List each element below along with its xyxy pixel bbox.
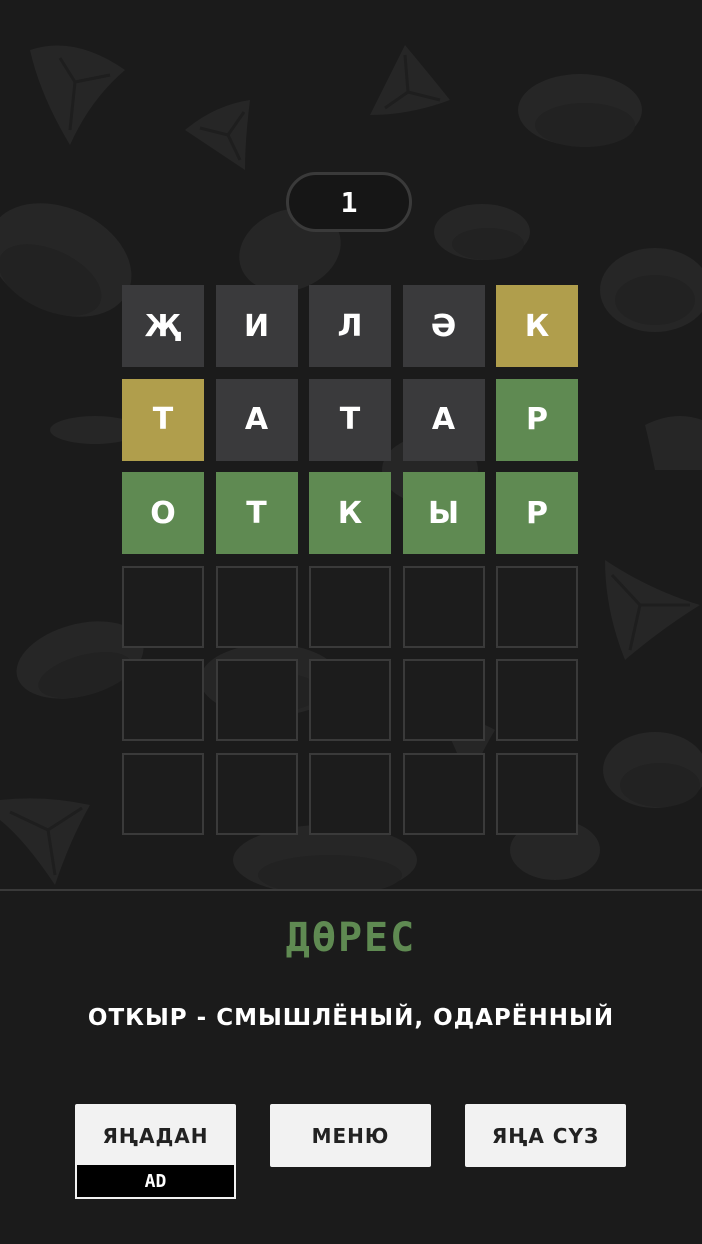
result-panel: ДӨРЕС ОТКЫР - СМЫШЛЁНЫЙ, ОДАРЁННЫЙ ЯҢАДА… [0,889,702,1244]
pastry-shape [603,732,702,808]
round-counter: 1 [286,172,412,232]
pastry-shape [605,560,700,660]
letter-tile: Р [496,472,578,554]
pastry-shape [185,100,250,170]
letter-tile [215,659,298,741]
letter-tile [496,565,578,648]
game-screen: 1 ҖИЛӘКТАТАРОТКЫР ДӨРЕС ОТКЫР - СМЫШЛЁНЫ… [0,0,702,1244]
letter-tile: Л [309,285,391,367]
board-row [122,752,580,835]
pastry-shape [30,45,125,145]
letter-tile: А [402,378,485,461]
letter-tile: Т [215,472,298,554]
letter-tile [215,565,298,648]
word-board: ҖИЛӘКТАТАРОТКЫР [122,285,580,846]
board-row: ТАТАР [122,378,580,461]
result-title: ДӨРЕС [285,915,417,961]
letter-tile [402,565,485,648]
pastry-shape [645,416,702,470]
letter-tile [496,659,578,741]
word-definition: ОТКЫР - СМЫШЛЁНЫЙ, ОДАРЁННЫЙ [87,1005,615,1031]
ad-badge: AD [75,1165,236,1199]
letter-tile: О [122,472,204,554]
letter-tile [402,752,485,835]
pastry-shape [370,45,450,115]
new-word-button[interactable]: ЯҢА СҮЗ [465,1104,626,1167]
letter-tile: К [496,285,578,367]
letter-tile: Т [309,378,391,461]
letter-tile [402,659,485,741]
menu-button[interactable]: МЕНЮ [270,1104,431,1167]
letter-tile [215,752,298,835]
letter-tile: Ы [402,472,485,554]
board-row: ОТКЫР [122,472,580,554]
pastry-shape [518,74,642,147]
letter-tile: Т [122,378,204,461]
letter-tile: К [309,472,391,554]
letter-tile [309,659,391,741]
letter-tile [122,565,204,648]
letter-tile: А [215,378,298,461]
letter-tile [309,752,391,835]
board-row [122,565,580,648]
board-row [122,659,580,741]
letter-tile: Ә [402,285,485,367]
retry-button[interactable]: ЯҢАДАН [75,1104,236,1167]
letter-tile [496,752,578,835]
pastry-shape [0,798,90,885]
letter-tile [309,565,391,648]
letter-tile [122,659,204,741]
pastry-shape [434,204,530,260]
letter-tile: Җ [122,285,204,367]
board-row: ҖИЛӘК [122,285,580,367]
letter-tile [122,752,204,835]
letter-tile: Р [496,378,578,461]
pastry-shape [600,248,702,332]
letter-tile: И [215,285,298,367]
